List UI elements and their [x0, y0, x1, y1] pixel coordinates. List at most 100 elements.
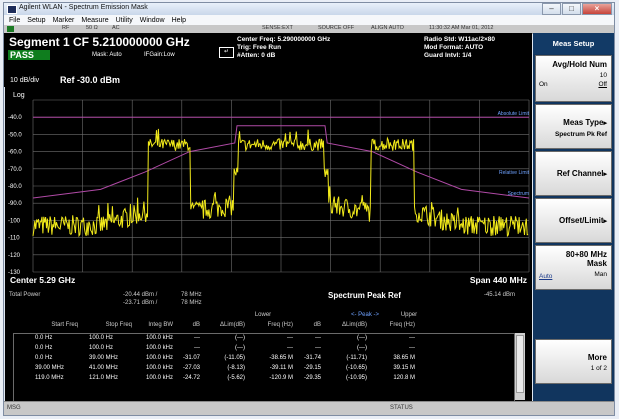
column-header: ΔLim(dB) [219, 322, 245, 328]
menu-measure[interactable]: Measure [81, 17, 108, 24]
mask-label-line2: Mask [586, 259, 607, 268]
modulation-format: Mod Format: AUTO [424, 44, 484, 51]
absolute-limit-legend: Absolute Limit [498, 111, 530, 117]
spectrum-legend: Spectrum [508, 191, 529, 197]
y-tick-label: -110 [8, 236, 20, 242]
window-title: Agilent WLAN - Spectrum Emission Mask [19, 4, 148, 11]
softkey-menu-title: Meas Setup [533, 33, 614, 54]
status-sense: SENSE:EXT [262, 25, 293, 31]
softkey-panel: Meas Setup Avg/Hold Num 10 On Off Meas T… [533, 33, 614, 401]
scale-per-division: 10 dB/div [10, 77, 40, 84]
results-table: Total Power -20.44 dBm / 78 MHz -23.71 d… [5, 289, 532, 401]
msg-label: MSG [7, 405, 21, 411]
y-tick-label: -120 [8, 253, 21, 259]
peak-group-label: <- Peak -> [350, 312, 379, 318]
lower-group-label: Lower [254, 312, 272, 318]
trigger-mode: Trig: Free Run [237, 44, 282, 51]
app-window: Agilent WLAN - Spectrum Emission Mask – … [3, 2, 615, 416]
mask-label-line1: 80+80 MHz [565, 250, 607, 259]
y-tick-label: -40.0 [8, 115, 22, 121]
guard-interval: Guard Intvl: 1/4 [424, 52, 472, 59]
scrollbar-thumb[interactable] [516, 335, 524, 393]
status-source: SOURCE OFF [318, 25, 355, 31]
status-align: ALIGN AUTO [371, 25, 404, 31]
span-label: Span 440 MHz [470, 275, 527, 285]
pass-indicator: PASS [8, 50, 50, 60]
menu-utility[interactable]: Utility [116, 17, 133, 24]
column-header: ΔLim(dB) [341, 322, 367, 328]
column-header: dB [313, 322, 321, 328]
more-softkey[interactable]: More 1 of 2 [535, 339, 612, 384]
more-page-indicator: 1 of 2 [590, 365, 607, 372]
y-tick-label: -60.0 [8, 150, 22, 156]
column-header: dB [192, 322, 200, 328]
total-power-2: -23.71 dBm / [123, 300, 158, 306]
total-power-1-bw: 78 MHz [181, 292, 202, 298]
message-status-bar: MSG STATUS [4, 401, 614, 415]
close-button[interactable]: × [582, 3, 612, 15]
menu-help[interactable]: Help [172, 17, 186, 24]
meas-type-label: Meas Type▸ [563, 118, 607, 127]
attenuation: #Atten: 0 dB [237, 52, 276, 59]
lxi-indicator [7, 26, 14, 32]
avg-hold-num-value: 10 [599, 72, 607, 79]
radio-standard: Radio Std: W11ac/2×80 [424, 36, 495, 43]
reference-level: Ref -30.0 dBm [60, 75, 121, 85]
mask-auto-option[interactable]: Auto [539, 273, 552, 280]
menu-marker[interactable]: Marker [53, 17, 75, 24]
avg-hold-on-option[interactable]: On [539, 81, 548, 88]
graticule: -40.0 -50.0 -60.0 -70.0 -80.0 -90.0 -100 -110 -1… [8, 99, 530, 276]
app-icon [7, 5, 17, 14]
relative-limit-legend: Relative Limit [499, 170, 530, 176]
mask-man-option[interactable]: Man [594, 271, 607, 278]
more-label: More [587, 353, 607, 362]
status-impedance: 50 Ω [86, 25, 98, 31]
menu-file[interactable]: File [9, 17, 20, 24]
spectrum-plot: -40.0 -50.0 -60.0 -70.0 -80.0 -90.0 -100 -110 -1… [5, 87, 532, 289]
total-power-label: Total Power [9, 292, 41, 298]
menu-bar: File Setup Marker Measure Utility Window… [4, 15, 614, 25]
menu-setup[interactable]: Setup [27, 17, 45, 24]
column-header: Integ BW [148, 322, 173, 328]
measurement-header: Segment 1 CF 5.210000000 GHz PASS Mask: … [4, 33, 532, 63]
ref-channel-label: Ref Channel▸ [556, 169, 607, 178]
y-tick-label: -80.0 [8, 184, 22, 190]
y-tick-label: -90.0 [8, 201, 22, 207]
mask-mode: Mask: Auto [92, 52, 122, 58]
if-gain: IFGain:Low [144, 52, 175, 58]
spectrum-graph: -40.0 -50.0 -60.0 -70.0 -80.0 -90.0 -100 -110 -1… [8, 92, 530, 285]
plot-header: 10 dB/div Ref -30.0 dBm [4, 63, 532, 87]
center-frequency-label: Center 5.29 GHz [10, 275, 75, 285]
segment-label: Segment 1 CF 5.210000000 GHz [9, 35, 190, 49]
upper-group-label: Upper [400, 312, 418, 318]
offset-limit-softkey[interactable]: Offset/Limit▸ [535, 198, 612, 243]
column-header: Start Freq [51, 322, 78, 328]
mask-softkey[interactable]: 80+80 MHz Mask Auto Man [535, 245, 612, 290]
column-header: Freq (Hz) [389, 322, 415, 328]
column-header: Freq (Hz) [267, 322, 293, 328]
total-power-1: -20.44 dBm / [123, 292, 158, 298]
minimize-button[interactable]: – [542, 3, 561, 15]
y-tick-label: -70.0 [8, 167, 22, 173]
trigger-indicator: ↵ [219, 47, 234, 58]
status-label: STATUS [390, 405, 413, 411]
window-controls: – □ × [541, 3, 612, 15]
offset-limit-label: Offset/Limit▸ [559, 216, 607, 225]
center-frequency: Center Freq: 5.290000000 GHz [237, 36, 331, 43]
total-power-2-bw: 78 MHz [181, 300, 202, 306]
ref-channel-softkey[interactable]: Ref Channel▸ [535, 151, 612, 196]
meas-type-value: Spectrum Pk Ref [554, 131, 607, 138]
avg-hold-num-label: Avg/Hold Num [552, 60, 607, 69]
meas-type-softkey[interactable]: Meas Type▸ Spectrum Pk Ref [535, 104, 612, 149]
results-title: Spectrum Peak Ref [328, 291, 401, 300]
status-rf: RF [62, 25, 70, 31]
avg-hold-off-option[interactable]: Off [598, 81, 607, 88]
log-label: Log [13, 92, 25, 99]
menu-window[interactable]: Window [140, 17, 165, 24]
y-tick-label: -50.0 [8, 132, 22, 138]
vertical-scrollbar[interactable] [515, 333, 525, 400]
maximize-button[interactable]: □ [562, 3, 581, 15]
status-datetime: 11:30:32 AM Mar 01, 2012 [429, 25, 494, 31]
column-header: Stop Freq [105, 322, 132, 328]
avg-hold-num-softkey[interactable]: Avg/Hold Num 10 On Off [535, 55, 612, 102]
